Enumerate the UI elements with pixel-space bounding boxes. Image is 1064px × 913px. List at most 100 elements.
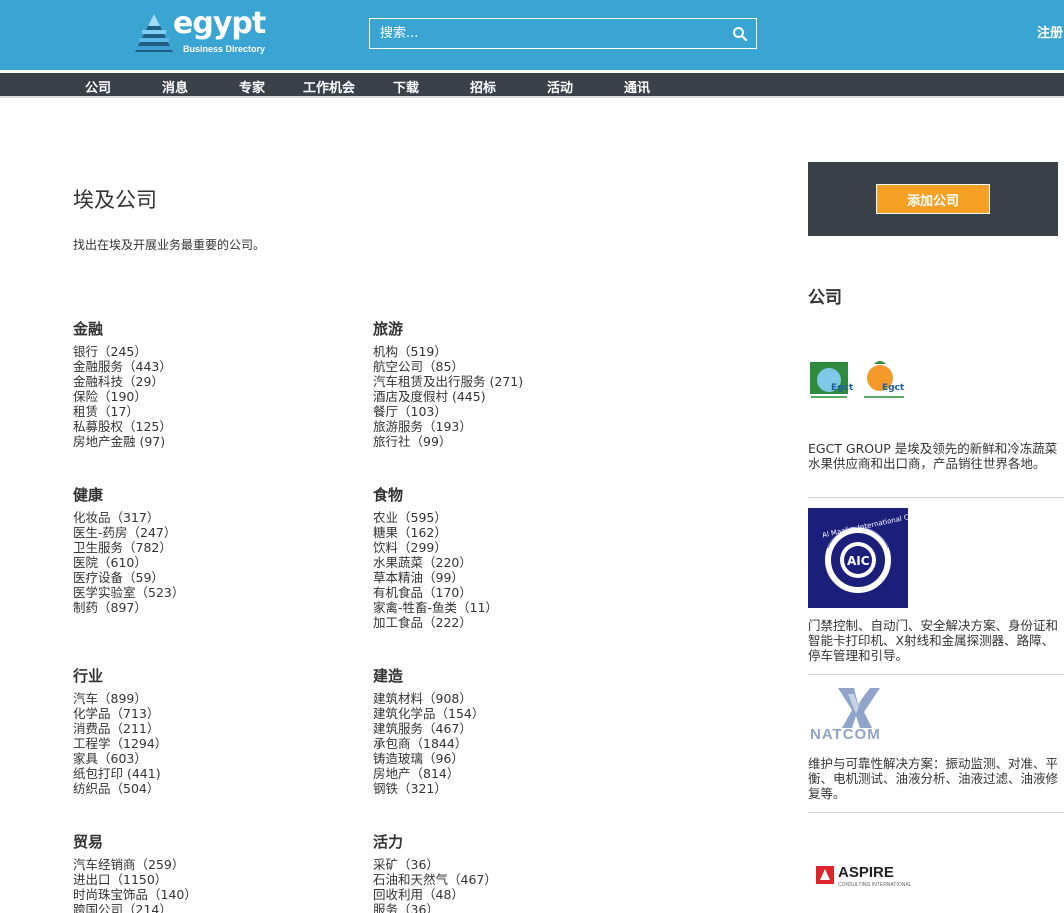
svg-text:AIC: AIC	[847, 554, 870, 568]
category-link[interactable]: 消费品（211）	[73, 721, 363, 736]
category-title: 食物	[373, 486, 404, 504]
category-link[interactable]: 时尚珠宝饰品（140）	[73, 887, 363, 902]
nav-item-companies[interactable]: 公司	[85, 77, 111, 96]
egct-logo[interactable]: Egct Egct	[808, 358, 908, 406]
category-link[interactable]: 家具（603）	[73, 751, 363, 766]
site-header: egypt Business Directory 注册	[0, 0, 1064, 70]
category-link[interactable]: 金融服务（443）	[73, 359, 363, 374]
category-link[interactable]: 房地产（814）	[373, 766, 663, 781]
category-link[interactable]: 农业（595）	[373, 510, 663, 525]
category-title: 行业	[73, 667, 104, 685]
category-link[interactable]: 医院（610）	[73, 555, 363, 570]
category-link[interactable]: 银行（245）	[73, 344, 363, 359]
search-icon[interactable]	[732, 26, 748, 42]
category-title: 贸易	[73, 833, 104, 851]
category-link[interactable]: 医疗设备（59）	[73, 570, 363, 585]
category-link[interactable]: 承包商（1844）	[373, 736, 663, 751]
category-link[interactable]: 铸造玻璃（96）	[373, 751, 663, 766]
search-input[interactable]	[370, 19, 720, 48]
category-link[interactable]: 酒店及度假村 (445)	[373, 389, 663, 404]
nav-item-newsletter[interactable]: 通讯	[624, 77, 650, 96]
category-link[interactable]: 旅游服务（193）	[373, 419, 663, 434]
category-food: 食物 农业（595） 糖果（162） 饮料（299） 水果蔬菜（220） 草本精…	[373, 486, 663, 630]
category-title: 金融	[73, 320, 104, 338]
main-nav: 公司 消息 专家 工作机会 下载 招标 活动 通讯	[0, 73, 1064, 98]
egct-logo-icon: Egct Egct	[810, 361, 905, 398]
category-link[interactable]: 旅行社（99）	[373, 434, 663, 449]
nav-item-jobs[interactable]: 工作机会	[303, 77, 355, 96]
category-link[interactable]: 钢铁（321）	[373, 781, 663, 796]
company-divider	[808, 674, 1064, 675]
category-construction: 建造 建筑材料（908） 建筑化学品（154） 建筑服务（467） 承包商（18…	[373, 667, 663, 796]
search-box	[369, 18, 757, 49]
category-link[interactable]: 有机食品（170）	[373, 585, 663, 600]
aspire-wordmark: ASPIRE	[838, 864, 894, 881]
natcom-logo[interactable]: NATCOM	[808, 684, 908, 748]
category-link[interactable]: 化妆品（317）	[73, 510, 363, 525]
natcom-wordmark: NATCOM	[810, 726, 881, 743]
category-link[interactable]: 服务（36）	[373, 902, 663, 913]
nav-item-tenders[interactable]: 招标	[470, 77, 496, 96]
aspire-logo-icon	[816, 866, 834, 884]
site-logo[interactable]: egypt Business Directory	[133, 6, 273, 58]
sidebar-title: 公司	[808, 288, 842, 308]
company-description: 维护与可靠性解决方案：振动监测、对准、平衡、电机测试、油液分析、油液过滤、油液修…	[808, 756, 1059, 801]
category-health: 健康 化妆品（317） 医生-药房（247） 卫生服务（782） 医院（610）…	[73, 486, 363, 615]
category-link[interactable]: 航空公司（85）	[373, 359, 663, 374]
add-company-panel: 添加公司	[808, 162, 1058, 236]
category-link[interactable]: 加工食品（222）	[373, 615, 663, 630]
aic-logo[interactable]: AIC Al Maalim International Company	[808, 507, 937, 612]
register-link[interactable]: 注册	[1037, 22, 1063, 41]
nav-item-events[interactable]: 活动	[547, 77, 573, 96]
category-link[interactable]: 医生-药房（247）	[73, 525, 363, 540]
logo-wordmark: egypt	[173, 6, 266, 41]
category-link[interactable]: 餐厅（103）	[373, 404, 663, 419]
category-link[interactable]: 汽车经销商（259）	[73, 857, 363, 872]
category-link[interactable]: 金融科技（29）	[73, 374, 363, 389]
nav-item-downloads[interactable]: 下载	[393, 77, 419, 96]
nav-item-news[interactable]: 消息	[162, 77, 188, 96]
category-link[interactable]: 汽车（899）	[73, 691, 363, 706]
category-link[interactable]: 卫生服务（782）	[73, 540, 363, 555]
category-link[interactable]: 石油和天然气（467）	[373, 872, 663, 887]
category-link[interactable]: 汽车租赁及出行服务 (271)	[373, 374, 663, 389]
category-link[interactable]: 房地产金融 (97)	[73, 434, 363, 449]
category-link[interactable]: 采矿（36）	[373, 857, 663, 872]
category-tourism: 旅游 机构（519） 航空公司（85） 汽车租赁及出行服务 (271) 酒店及度…	[373, 320, 663, 449]
category-industry: 行业 汽车（899） 化学品（713） 消费品（211） 工程学（1294） 家…	[73, 667, 363, 796]
category-link[interactable]: 纸包打印 (441)	[73, 766, 363, 781]
company-description: 门禁控制、自动门、安全解决方案、身份证和智能卡打印机、X射线和金属探测器、路障、…	[808, 618, 1059, 663]
svg-text:Egct: Egct	[831, 383, 854, 393]
page-title: 埃及公司	[73, 188, 157, 212]
aic-logo-icon: AIC Al Maalim International Company	[808, 507, 937, 608]
category-link[interactable]: 制药（897）	[73, 600, 363, 615]
category-link[interactable]: 进出口（1150）	[73, 872, 363, 887]
aspire-subtitle: CONSULTING INTERNATIONAL	[838, 882, 912, 888]
category-link[interactable]: 草本精油（99）	[373, 570, 663, 585]
category-title: 健康	[73, 486, 104, 504]
category-link[interactable]: 工程学（1294）	[73, 736, 363, 751]
category-title: 旅游	[373, 320, 404, 338]
category-link[interactable]: 跨国公司（214）	[73, 902, 363, 913]
category-link[interactable]: 医学实验室（523）	[73, 585, 363, 600]
category-link[interactable]: 私募股权（125）	[73, 419, 363, 434]
category-link[interactable]: 糖果（162）	[373, 525, 663, 540]
category-link[interactable]: 建筑化学品（154）	[373, 706, 663, 721]
category-link[interactable]: 饮料（299）	[373, 540, 663, 555]
category-link[interactable]: 水果蔬菜（220）	[373, 555, 663, 570]
company-description: EGCT GROUP 是埃及领先的新鲜和冷冻蔬菜水果供应商和出口商，产品销往世界…	[808, 441, 1058, 471]
category-link[interactable]: 机构（519）	[373, 344, 663, 359]
category-link[interactable]: 租赁（17）	[73, 404, 363, 419]
category-link[interactable]: 化学品（713）	[73, 706, 363, 721]
category-link[interactable]: 家禽-牲畜-鱼类（11）	[373, 600, 663, 615]
category-energy: 活力 采矿（36） 石油和天然气（467） 回收利用（48） 服务（36）	[373, 833, 663, 913]
category-trade: 贸易 汽车经销商（259） 进出口（1150） 时尚珠宝饰品（140） 跨国公司…	[73, 833, 363, 913]
nav-item-experts[interactable]: 专家	[239, 77, 265, 96]
add-company-button[interactable]: 添加公司	[876, 184, 990, 214]
category-link[interactable]: 纺织品（504）	[73, 781, 363, 796]
category-link[interactable]: 保险（190）	[73, 389, 363, 404]
category-link[interactable]: 回收利用（48）	[373, 887, 663, 902]
category-link[interactable]: 建筑服务（467）	[373, 721, 663, 736]
page-description: 找出在埃及开展业务最重要的公司。	[73, 238, 266, 252]
category-link[interactable]: 建筑材料（908）	[373, 691, 663, 706]
